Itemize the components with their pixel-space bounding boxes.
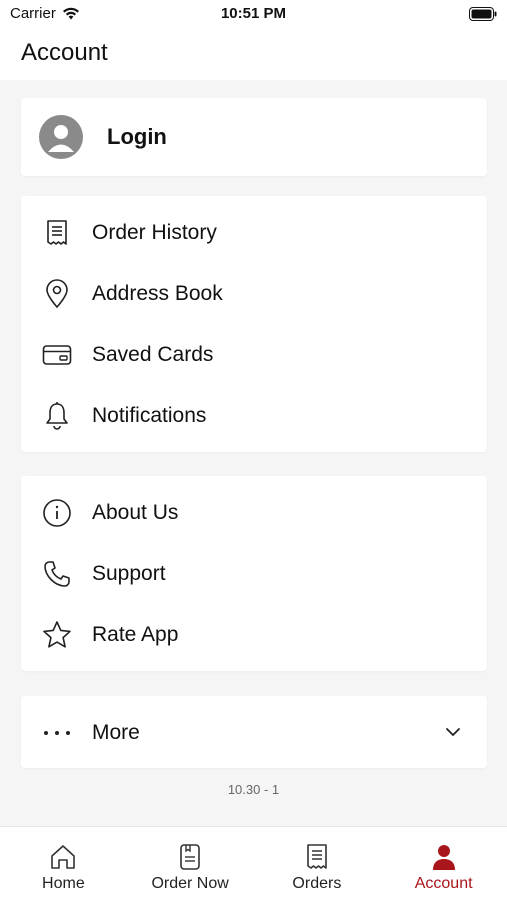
receipt-icon: [41, 217, 73, 249]
menu-label: Saved Cards: [92, 342, 214, 366]
ellipsis-icon: [41, 717, 73, 749]
nav-header: Account: [0, 30, 507, 80]
credit-card-icon: [41, 339, 73, 371]
home-icon: [49, 843, 77, 871]
menu-item-more[interactable]: More: [21, 702, 487, 763]
menu-item-rate-app[interactable]: Rate App: [21, 604, 487, 665]
menu-item-support[interactable]: Support: [21, 543, 487, 604]
menu-item-saved-cards[interactable]: Saved Cards: [21, 324, 487, 385]
more-section[interactable]: More: [21, 696, 487, 768]
menu-label: Address Book: [92, 281, 223, 305]
menu-item-about-us[interactable]: About Us: [21, 482, 487, 543]
receipt-icon: [303, 843, 331, 871]
tab-account[interactable]: Account: [380, 827, 507, 900]
star-icon: [41, 619, 73, 651]
menu-label: Support: [92, 561, 166, 585]
menu-label: Rate App: [92, 622, 179, 646]
menu-item-order-history[interactable]: Order History: [21, 202, 487, 263]
order-icon: [176, 843, 204, 871]
menu-label: More: [92, 720, 140, 744]
status-bar: Carrier 10:51 PM: [0, 0, 507, 30]
menu-item-address-book[interactable]: Address Book: [21, 263, 487, 324]
chevron-down-icon[interactable]: [445, 724, 461, 742]
menu-label: Notifications: [92, 403, 207, 427]
location-pin-icon: [41, 278, 73, 310]
tab-home[interactable]: Home: [0, 827, 127, 900]
tab-label: Orders: [292, 875, 342, 892]
tab-label: Account: [414, 875, 473, 892]
menu-label: About Us: [92, 500, 179, 524]
tab-order-now[interactable]: Order Now: [127, 827, 254, 900]
login-card[interactable]: Login: [21, 98, 487, 176]
status-time: 10:51 PM: [220, 5, 287, 22]
menu-group-account: Order History Address Book Saved Cards N…: [21, 196, 487, 452]
login-label: Login: [107, 124, 167, 149]
menu-group-info: About Us Support Rate App: [21, 476, 487, 671]
person-icon: [430, 843, 458, 871]
phone-icon: [41, 558, 73, 590]
menu-label: Order History: [92, 220, 217, 244]
tab-orders[interactable]: Orders: [254, 827, 381, 900]
app-version: 10.30 - 1: [227, 782, 280, 797]
avatar-icon: [39, 115, 83, 159]
battery-icon: [469, 7, 497, 25]
tab-label: Order Now: [151, 875, 229, 892]
menu-item-notifications[interactable]: Notifications: [21, 385, 487, 446]
tab-label: Home: [42, 875, 85, 892]
page-title: Account: [21, 39, 108, 66]
info-icon: [41, 497, 73, 529]
bell-icon: [41, 400, 73, 432]
tab-bar: Home Order Now Orders Account: [0, 826, 507, 900]
